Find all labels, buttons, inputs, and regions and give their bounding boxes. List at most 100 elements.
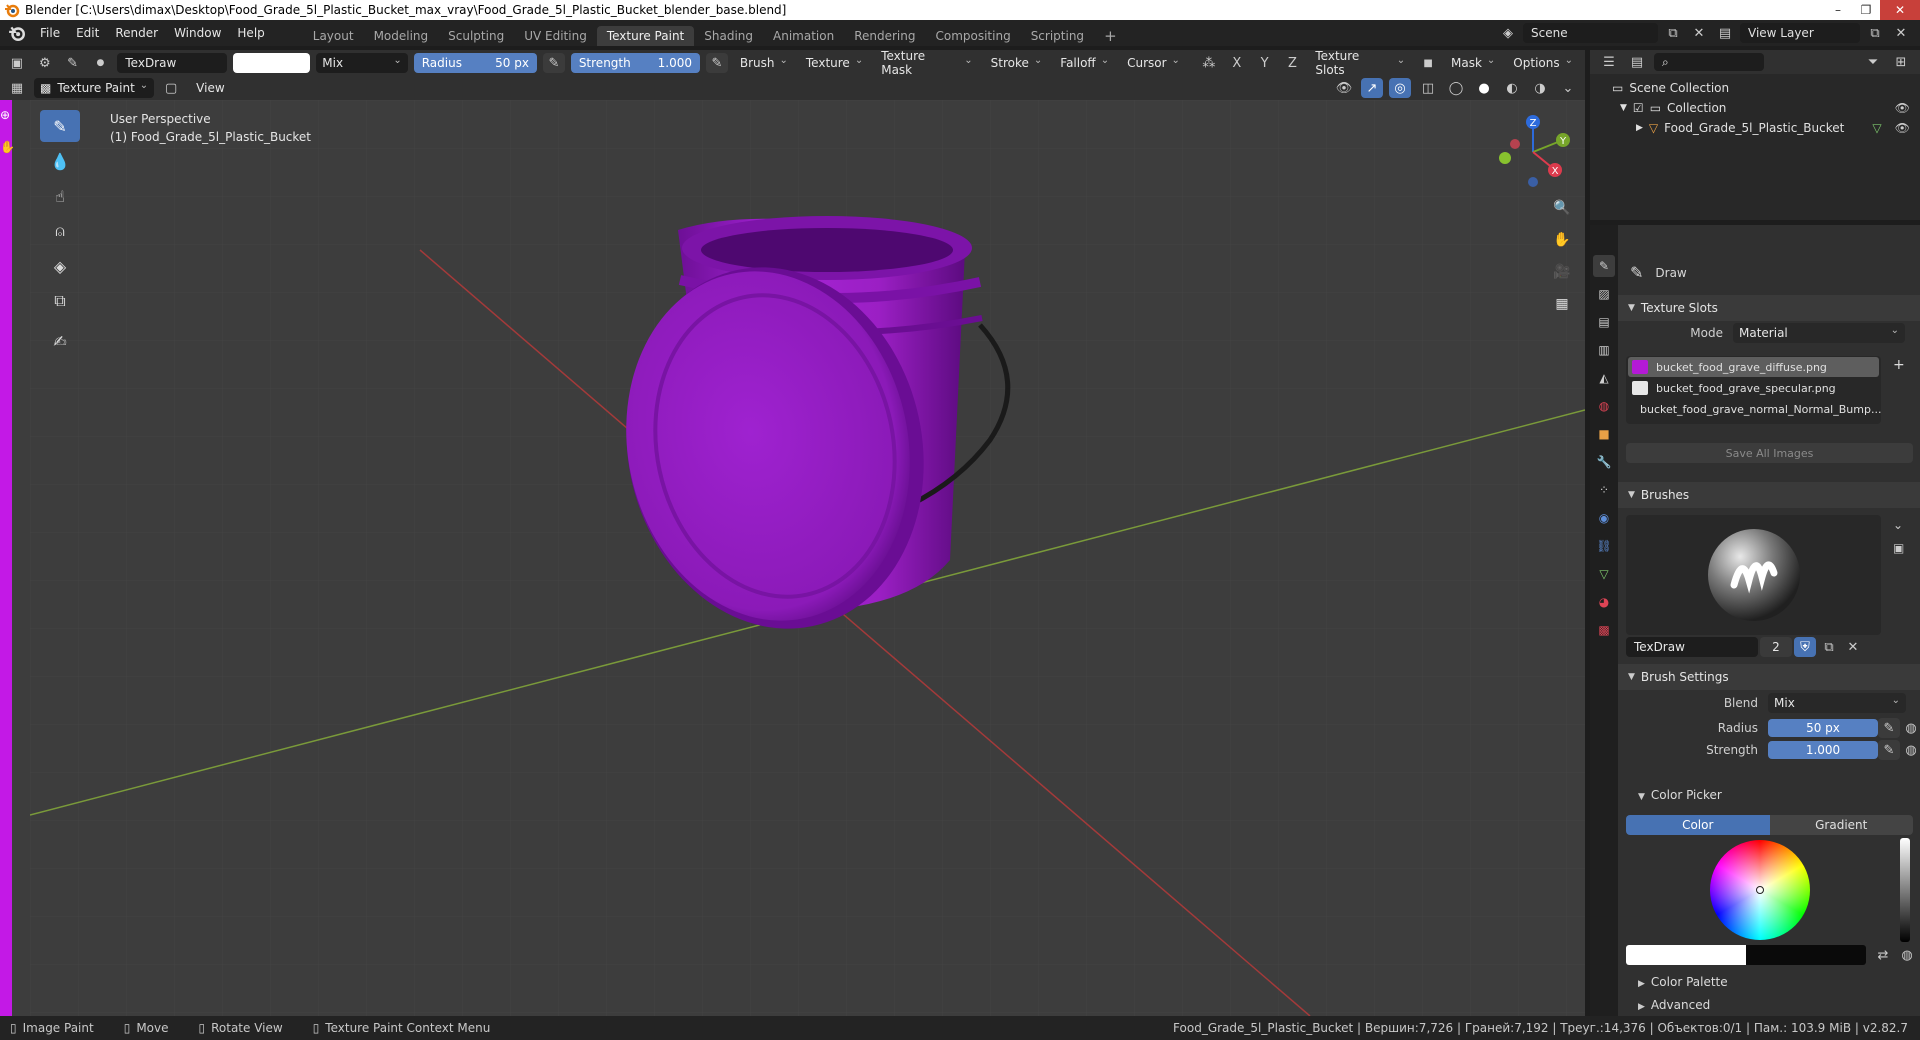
brush-color-swatch[interactable] [232, 53, 311, 73]
strength-slider[interactable]: Strength 1.000 [570, 53, 701, 73]
swap-colors-icon[interactable]: ⇄ [1872, 945, 1894, 965]
shading-material-icon[interactable]: ◐ [1501, 78, 1523, 98]
brush-users-count[interactable]: 2 [1760, 637, 1792, 657]
list-item[interactable]: bucket_food_grave_normal_Normal_Bump... [1628, 399, 1881, 419]
brush-menu-icon[interactable]: ⌄ [1893, 518, 1903, 532]
mask-checkbox[interactable]: ■ [1417, 53, 1439, 73]
collection-row[interactable]: ▼ ☑ ▭ Collection 👁 [1590, 98, 1920, 118]
fake-user-icon[interactable]: ● [90, 53, 112, 73]
slot-toggle-icon[interactable]: ▢ [160, 78, 182, 98]
list-item[interactable]: bucket_food_grave_specular.png [1628, 378, 1879, 398]
view-layer-icon[interactable]: ▤ [1714, 23, 1736, 43]
pan-view-icon[interactable]: ✋ [1549, 227, 1575, 253]
new-view-layer-icon[interactable]: ⧉ [1864, 23, 1886, 43]
symmetry-icon[interactable]: ⁂ [1198, 53, 1220, 73]
tab-layout[interactable]: Layout [303, 26, 364, 46]
view-layer-selector[interactable]: View Layer [1740, 23, 1860, 43]
brush-settings-header[interactable]: ▼ Brush Settings [1618, 664, 1920, 690]
list-item[interactable]: bucket_food_grave_diffuse.png [1628, 357, 1879, 377]
close-button[interactable]: ✕ [1880, 0, 1920, 20]
annotate-tool-icon[interactable]: ✍ [40, 325, 80, 357]
menu-window[interactable]: Window [166, 20, 229, 46]
color-wheel[interactable] [1710, 840, 1810, 940]
smear-tool-icon[interactable]: ☝ [40, 180, 80, 212]
draw-tool-icon[interactable]: ✎ [40, 110, 80, 142]
brush-menu[interactable]: Brush [734, 53, 794, 73]
shading-rendered-icon[interactable]: ◑ [1529, 78, 1551, 98]
camera-view-icon[interactable]: 🎥 [1549, 259, 1575, 285]
scene-tab-icon[interactable]: ◭ [1593, 367, 1615, 389]
properties-editor-icon[interactable]: ⚙ [1618, 227, 1622, 247]
tab-scripting[interactable]: Scripting [1021, 26, 1094, 46]
texture-slots-menu[interactable]: Texture Slots [1309, 49, 1411, 77]
color-picker-header[interactable]: ▼ Color Picker [1638, 788, 1722, 802]
hand-icon[interactable]: ✋ [0, 140, 16, 154]
value-slider[interactable] [1900, 838, 1910, 942]
scene-selector[interactable]: Scene [1523, 23, 1658, 43]
brush-preview[interactable] [1626, 515, 1881, 635]
object-tab-icon[interactable]: ■ [1593, 423, 1615, 445]
constraints-tab-icon[interactable]: ⛓ [1593, 535, 1615, 557]
tab-gradient[interactable]: Gradient [1769, 815, 1913, 835]
modifier-tab-icon[interactable]: 🔧 [1593, 451, 1615, 473]
radius-unit-icon[interactable]: ◍ [1900, 718, 1920, 738]
material-tab-icon[interactable]: ◕ [1593, 591, 1615, 613]
new-collection-icon[interactable]: ⊞ [1890, 52, 1912, 72]
maximize-button[interactable]: ❐ [1852, 0, 1880, 20]
color-swatch-bar[interactable] [1626, 945, 1866, 965]
stroke-menu[interactable]: Stroke [985, 53, 1049, 73]
display-mode-icon[interactable]: ▤ [1626, 52, 1648, 72]
radius-slider[interactable]: 50 px [1768, 719, 1878, 737]
cursor-menu[interactable]: Cursor [1121, 53, 1186, 73]
tool-settings-icon[interactable]: ⚙ [34, 53, 56, 73]
brush-icon[interactable]: ✎ [62, 53, 84, 73]
options-menu[interactable]: Options [1507, 53, 1579, 73]
unlink-brush-icon[interactable]: ✕ [1842, 637, 1864, 657]
brush-name-field[interactable]: TexDraw [117, 53, 227, 73]
clone-tool-icon[interactable]: ⍝ [40, 215, 80, 247]
soften-tool-icon[interactable]: 💧 [40, 145, 80, 177]
tab-compositing[interactable]: Compositing [925, 26, 1020, 46]
3d-viewport[interactable]: User Perspective (1) Food_Grade_5l_Plast… [30, 100, 1585, 1016]
editor-type-icon[interactable]: ▣ [6, 53, 28, 73]
tool-tab-icon[interactable]: ✎ [1593, 255, 1615, 277]
mask-tool-icon[interactable]: ⧉ [40, 285, 80, 317]
fake-user-shield-icon[interactable]: ⛨ [1794, 637, 1816, 657]
zoom-view-icon[interactable]: 🔍 [1549, 195, 1575, 221]
save-all-images-button[interactable]: Save All Images [1626, 443, 1913, 463]
menu-file[interactable]: File [32, 20, 68, 46]
viewport-editor-type-icon[interactable]: ▦ [6, 78, 28, 98]
eye-icon[interactable]: 👁 [1895, 121, 1910, 135]
radius-pressure-icon[interactable]: ✎ [1878, 718, 1900, 738]
texture-tab-icon[interactable]: ▩ [1593, 619, 1615, 641]
overlay-toggle-icon[interactable]: ◎ [1389, 78, 1411, 98]
radius-slider[interactable]: Radius 50 px [413, 53, 537, 73]
brushes-header[interactable]: ▼ Brushes [1618, 482, 1920, 508]
new-scene-icon[interactable]: ⧉ [1662, 23, 1684, 43]
menu-help[interactable]: Help [229, 20, 272, 46]
tab-color[interactable]: Color [1626, 815, 1770, 835]
add-slot-icon[interactable]: + [1893, 357, 1905, 373]
strength-pressure-icon[interactable]: ✎ [1878, 740, 1900, 760]
color-wheel-cursor[interactable] [1756, 886, 1764, 894]
menu-render[interactable]: Render [107, 20, 166, 46]
shading-solid-icon[interactable]: ● [1473, 78, 1495, 98]
output-tab-icon[interactable]: ▤ [1593, 311, 1615, 333]
blend-dropdown[interactable]: Mix [316, 53, 408, 73]
add-workspace-icon[interactable]: + [1094, 26, 1127, 46]
texture-menu[interactable]: Texture [800, 53, 869, 73]
minimize-button[interactable]: – [1824, 0, 1852, 20]
outliner-editor-icon[interactable]: ☰ [1598, 52, 1620, 72]
view-layer-tab-icon[interactable]: ▥ [1593, 339, 1615, 361]
fill-tool-icon[interactable]: ◈ [40, 250, 80, 282]
mesh-data-icon[interactable]: ▽ [1872, 121, 1881, 135]
scene-collection-row[interactable]: ▭ Scene Collection [1590, 78, 1920, 98]
particles-tab-icon[interactable]: ⁘ [1593, 479, 1615, 501]
xray-toggle-icon[interactable]: ◫ [1417, 78, 1439, 98]
falloff-menu[interactable]: Falloff [1054, 53, 1115, 73]
eye-icon[interactable]: 👁 [1895, 101, 1910, 115]
shading-wireframe-icon[interactable]: ◯ [1445, 78, 1467, 98]
mask-menu[interactable]: Mask [1445, 53, 1501, 73]
tab-texture-paint[interactable]: Texture Paint [596, 26, 695, 46]
view-menu[interactable]: View [188, 75, 232, 101]
